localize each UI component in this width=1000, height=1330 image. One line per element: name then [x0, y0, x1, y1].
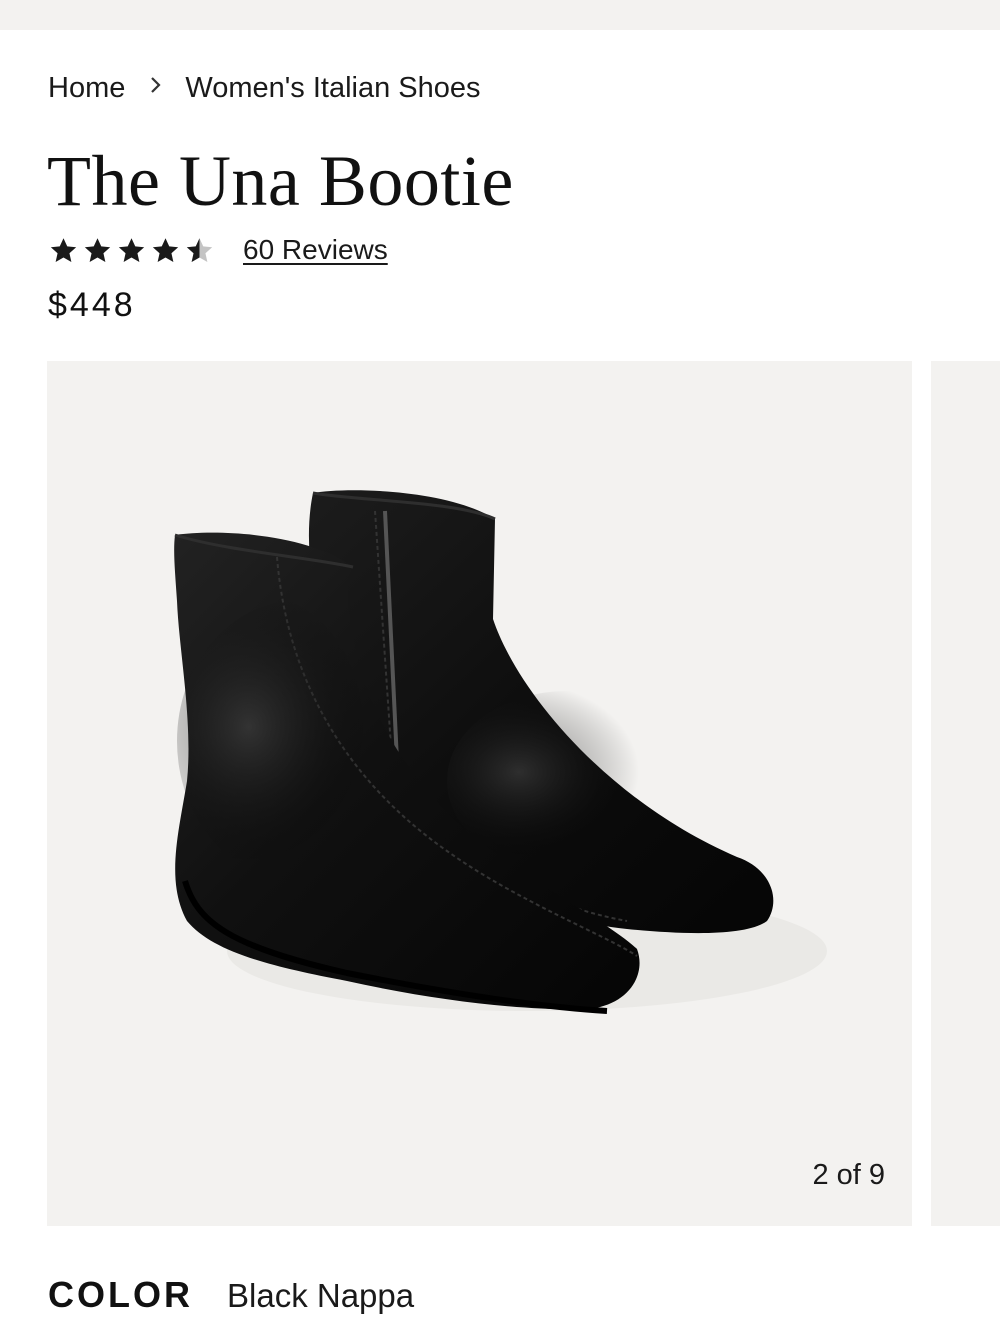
image-counter: 2 of 9 — [812, 1159, 885, 1191]
product-title: The Una Bootie — [47, 141, 514, 221]
star-half-icon — [186, 237, 213, 262]
star-icon — [50, 237, 77, 262]
star-rating — [48, 235, 215, 266]
breadcrumb-home-link[interactable]: Home — [48, 72, 125, 105]
top-bar — [0, 0, 1000, 30]
breadcrumb: Home Women's Italian Shoes — [48, 70, 481, 106]
product-image-gallery[interactable]: 2 of 9 — [47, 361, 912, 1226]
star-icon — [118, 237, 145, 262]
breadcrumb-category-link[interactable]: Women's Italian Shoes — [185, 72, 480, 105]
star-icon — [84, 237, 111, 262]
reviews-link[interactable]: 60 Reviews — [243, 234, 388, 266]
color-label: COLOR — [48, 1274, 193, 1315]
next-image-preview[interactable] — [931, 361, 1000, 1226]
color-value: Black Nappa — [227, 1277, 415, 1314]
rating: 60 Reviews — [48, 230, 388, 270]
star-icon — [152, 237, 179, 262]
product-image — [174, 490, 827, 1014]
color-selector: COLOR Black Nappa — [48, 1274, 414, 1320]
chevron-right-icon — [149, 74, 163, 102]
product-price: $448 — [48, 286, 136, 324]
